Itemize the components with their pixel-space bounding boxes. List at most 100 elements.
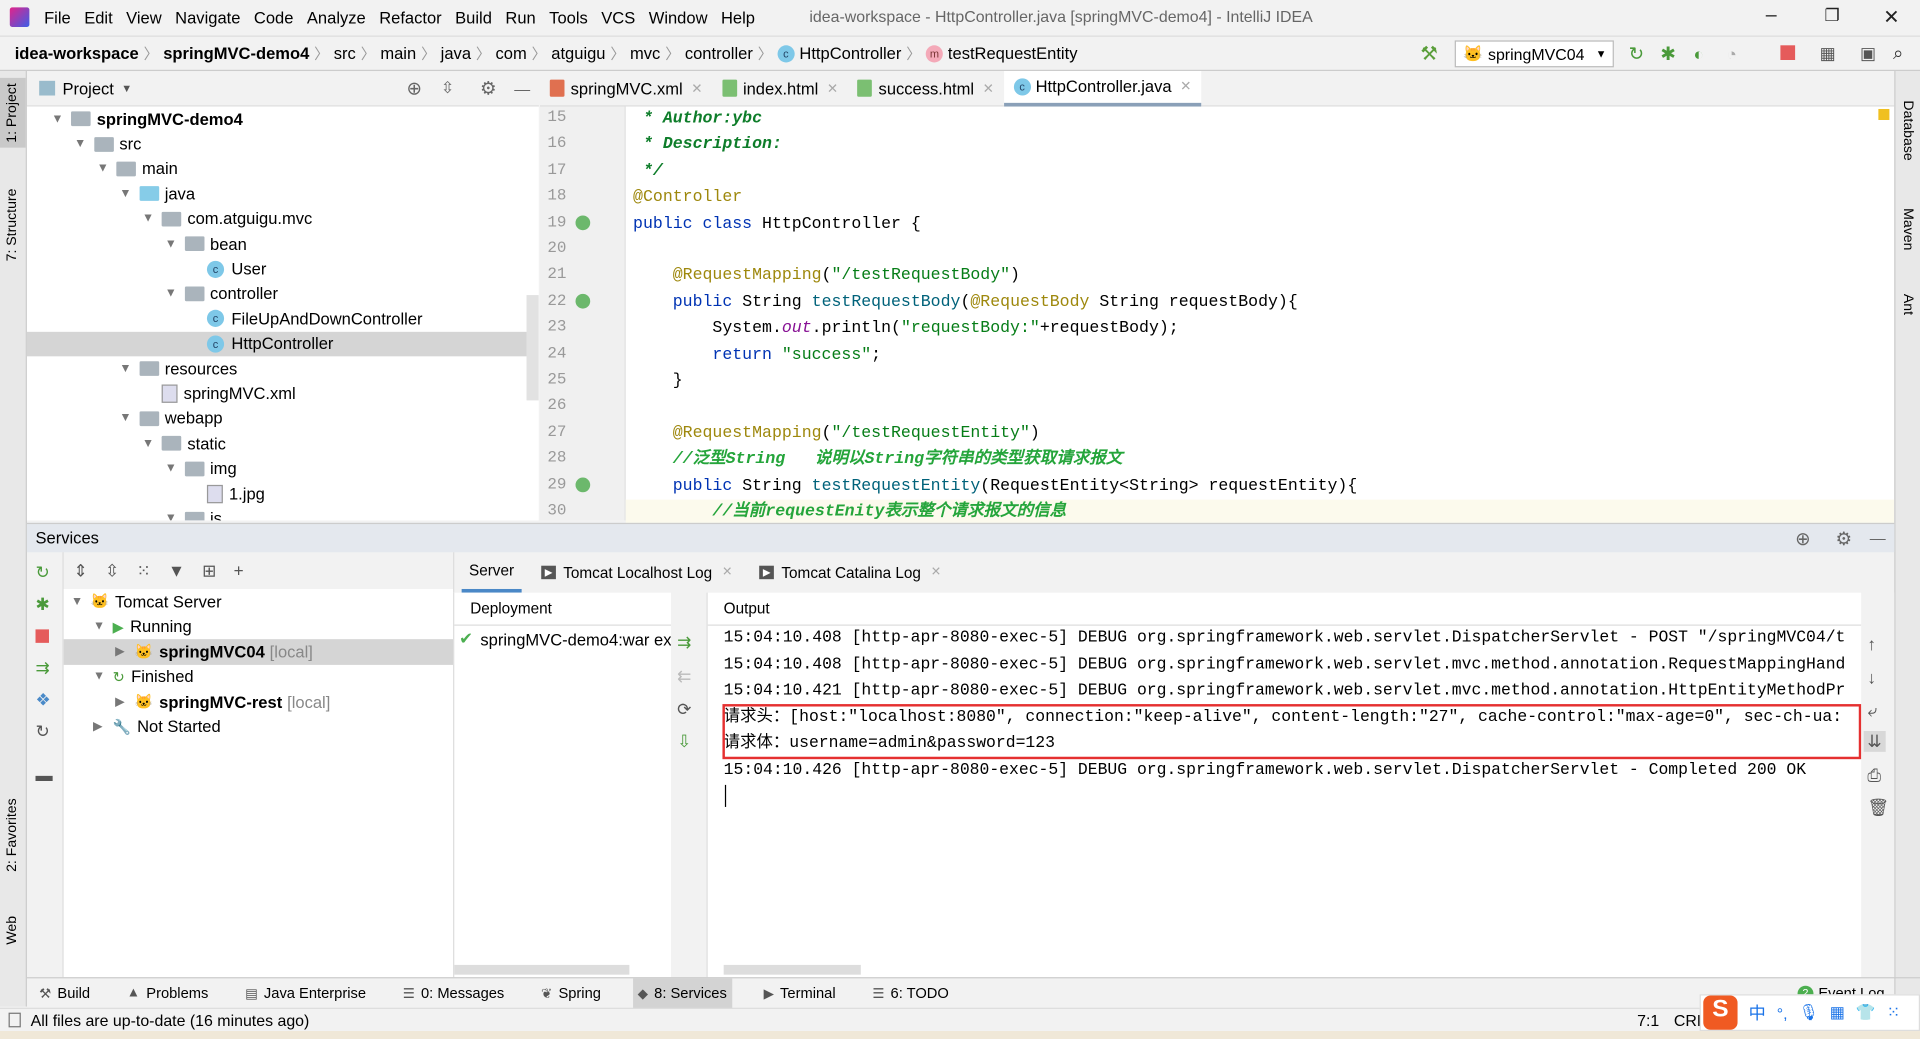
service-node[interactable]: ▼ ▶ Running xyxy=(64,614,453,639)
globe-icon[interactable]: ⊕ xyxy=(1795,527,1810,549)
hide-icon[interactable]: — xyxy=(1870,529,1886,547)
tree-node[interactable]: ▼ img xyxy=(165,456,237,481)
breadcrumb-item[interactable]: c HttpController xyxy=(777,44,901,62)
chevron-down-icon[interactable]: ▼ xyxy=(121,82,132,94)
run-config-select[interactable]: 🐱 springMVC04 ▼ xyxy=(1454,40,1614,68)
close-icon[interactable]: ✕ xyxy=(827,80,838,96)
refresh-icon[interactable]: ↻ xyxy=(36,721,50,742)
tool-window-problems[interactable]: ▲ Problems xyxy=(122,978,213,1009)
trash-icon[interactable]: 🗑 xyxy=(1867,797,1889,818)
close-icon[interactable]: ✕ xyxy=(931,566,941,579)
tool-window-6-todo[interactable]: ☰ 6: TODO xyxy=(867,978,953,1009)
tree-node[interactable]: ▼ static xyxy=(142,431,226,456)
breadcrumb-item[interactable]: atguigu xyxy=(551,44,605,62)
project-panel-title[interactable]: Project xyxy=(62,79,113,97)
horizontal-scrollbar[interactable] xyxy=(723,964,861,975)
close-icon[interactable]: ✕ xyxy=(722,566,732,579)
server-tab[interactable]: ▶ Tomcat Catalina Log ✕ xyxy=(752,552,949,592)
scroll-to-end-icon[interactable]: ⇊ xyxy=(1863,731,1886,752)
tree-node[interactable]: ▼ bean xyxy=(165,231,247,256)
undeploy-icon[interactable]: ⇇ xyxy=(677,666,691,687)
filter-icon[interactable]: ▼ xyxy=(168,561,185,581)
status-icon[interactable] xyxy=(8,1012,21,1028)
tree-scrollbar[interactable] xyxy=(526,295,539,401)
menu-help[interactable]: Help xyxy=(721,8,755,26)
breadcrumb-item[interactable]: idea-workspace xyxy=(15,44,139,62)
menu-vcs[interactable]: VCS xyxy=(601,8,635,26)
update-icon[interactable]: ⇩ xyxy=(677,731,691,752)
window-icon[interactable]: ▣ xyxy=(1860,43,1876,64)
menu-file[interactable]: File xyxy=(44,8,71,26)
editor-tab[interactable]: success.html ✕ xyxy=(848,70,1004,106)
breadcrumb-item[interactable]: java xyxy=(441,44,471,62)
menu-refactor[interactable]: Refactor xyxy=(379,8,441,26)
tree-node[interactable]: ▼ js xyxy=(165,506,222,521)
layout-icon[interactable]: ▬ xyxy=(36,765,53,785)
menu-tools[interactable]: Tools xyxy=(549,8,588,26)
menu-navigate[interactable]: Navigate xyxy=(175,8,240,26)
tree-node[interactable]: 1.jpg xyxy=(187,481,265,506)
breadcrumb-item[interactable]: m testRequestEntity xyxy=(925,44,1077,62)
profile-icon[interactable]: ◔ xyxy=(1727,43,1737,63)
tool-window-spring[interactable]: ❦ Spring xyxy=(536,978,606,1009)
menu-analyze[interactable]: Analyze xyxy=(307,8,366,26)
close-icon[interactable]: ✕ xyxy=(691,80,702,96)
close-icon[interactable]: ✕ xyxy=(983,80,994,96)
arrow-up-icon[interactable]: ↑ xyxy=(1867,634,1876,654)
group-icon[interactable]: ⁙ xyxy=(136,560,150,581)
tree-node[interactable]: ▼ controller xyxy=(165,281,278,306)
menu-view[interactable]: View xyxy=(126,8,162,26)
breadcrumb-item[interactable]: src xyxy=(334,44,356,62)
horizontal-scrollbar[interactable] xyxy=(454,964,630,975)
tool-window-terminal[interactable]: ▶ Terminal xyxy=(759,978,841,1009)
editor-tab[interactable]: springMVC.xml ✕ xyxy=(540,70,712,106)
menu-run[interactable]: Run xyxy=(505,8,535,26)
tool-window-8-services[interactable]: ◆ 8: Services xyxy=(632,977,732,1009)
sogou-logo[interactable]: S xyxy=(1703,995,1738,1030)
collapse-all-icon[interactable]: ⇳ xyxy=(441,78,454,98)
expand-all-icon[interactable]: ⇕ xyxy=(73,560,87,581)
soft-wrap-icon[interactable]: ⤶ xyxy=(1867,700,1877,721)
ant-tool-button[interactable]: Ant xyxy=(1900,294,1915,315)
service-node[interactable]: ▶ 🔧 Not Started xyxy=(64,714,453,739)
stop-icon[interactable] xyxy=(35,629,49,643)
service-node[interactable]: ▼ ↻ Finished xyxy=(64,664,453,689)
hide-icon[interactable]: — xyxy=(514,79,530,97)
build-hammer-icon[interactable]: ⚒ xyxy=(1420,41,1438,65)
deploy-icon[interactable]: ⇉ xyxy=(36,658,50,679)
debug-icon[interactable]: ✱ xyxy=(1660,42,1675,64)
structure-tool-button[interactable]: 7: Structure xyxy=(5,189,20,262)
tree-node[interactable]: c HttpController xyxy=(187,331,333,356)
maven-tool-button[interactable]: Maven xyxy=(1900,208,1915,250)
menu-build[interactable]: Build xyxy=(455,8,492,26)
toolbox-icon[interactable]: ⁙ xyxy=(1887,1003,1900,1023)
editor-tab[interactable]: index.html ✕ xyxy=(712,70,848,106)
caret-position[interactable]: 7:1 xyxy=(1637,1011,1659,1029)
favorites-tool-button[interactable]: 2: Favorites xyxy=(5,798,20,872)
deployment-item[interactable]: ✔ springMVC-demo4:war ex xyxy=(459,629,671,649)
tree-node[interactable]: ▼ src xyxy=(74,131,141,156)
tree-node[interactable]: ▼ resources xyxy=(119,356,237,381)
project-tool-button[interactable]: 1: Project xyxy=(0,78,26,148)
punctuation-icon[interactable]: °, xyxy=(1777,1003,1788,1021)
tree-node[interactable]: c FileUpAndDownController xyxy=(187,306,423,331)
service-node[interactable]: ▼ 🐱 Tomcat Server xyxy=(64,589,453,614)
warning-marker[interactable] xyxy=(1878,108,1890,121)
ime-language[interactable]: 中 xyxy=(1749,1000,1766,1024)
code-area[interactable]: * Author:ybc * Description: */ @Controlle… xyxy=(540,107,1895,526)
keyboard-icon[interactable]: ▦ xyxy=(1830,1003,1845,1023)
service-node[interactable]: ▶ 🐱 springMVC-rest [local] xyxy=(64,689,453,714)
gear-icon[interactable]: ⚙ xyxy=(480,77,496,99)
microphone-icon[interactable]: 🎙 xyxy=(1799,1003,1819,1023)
print-icon[interactable]: ⎙ xyxy=(1867,765,1881,786)
restore-button[interactable]: ❐ xyxy=(1824,5,1839,26)
close-icon[interactable]: ✕ xyxy=(1180,78,1191,95)
skin-icon[interactable]: 👕 xyxy=(1856,1003,1876,1023)
tree-node[interactable]: ▼ springMVC-demo4 xyxy=(51,107,242,132)
close-button[interactable]: ✕ xyxy=(1883,5,1899,29)
minimize-button[interactable]: – xyxy=(1766,5,1777,27)
debug-icon[interactable]: ✱ xyxy=(36,594,50,615)
breadcrumb-item[interactable]: com xyxy=(496,44,527,62)
server-tab[interactable]: ▶ Tomcat Localhost Log ✕ xyxy=(534,552,740,592)
tool-window-java-enterprise[interactable]: ▤ Java Enterprise xyxy=(240,978,371,1009)
